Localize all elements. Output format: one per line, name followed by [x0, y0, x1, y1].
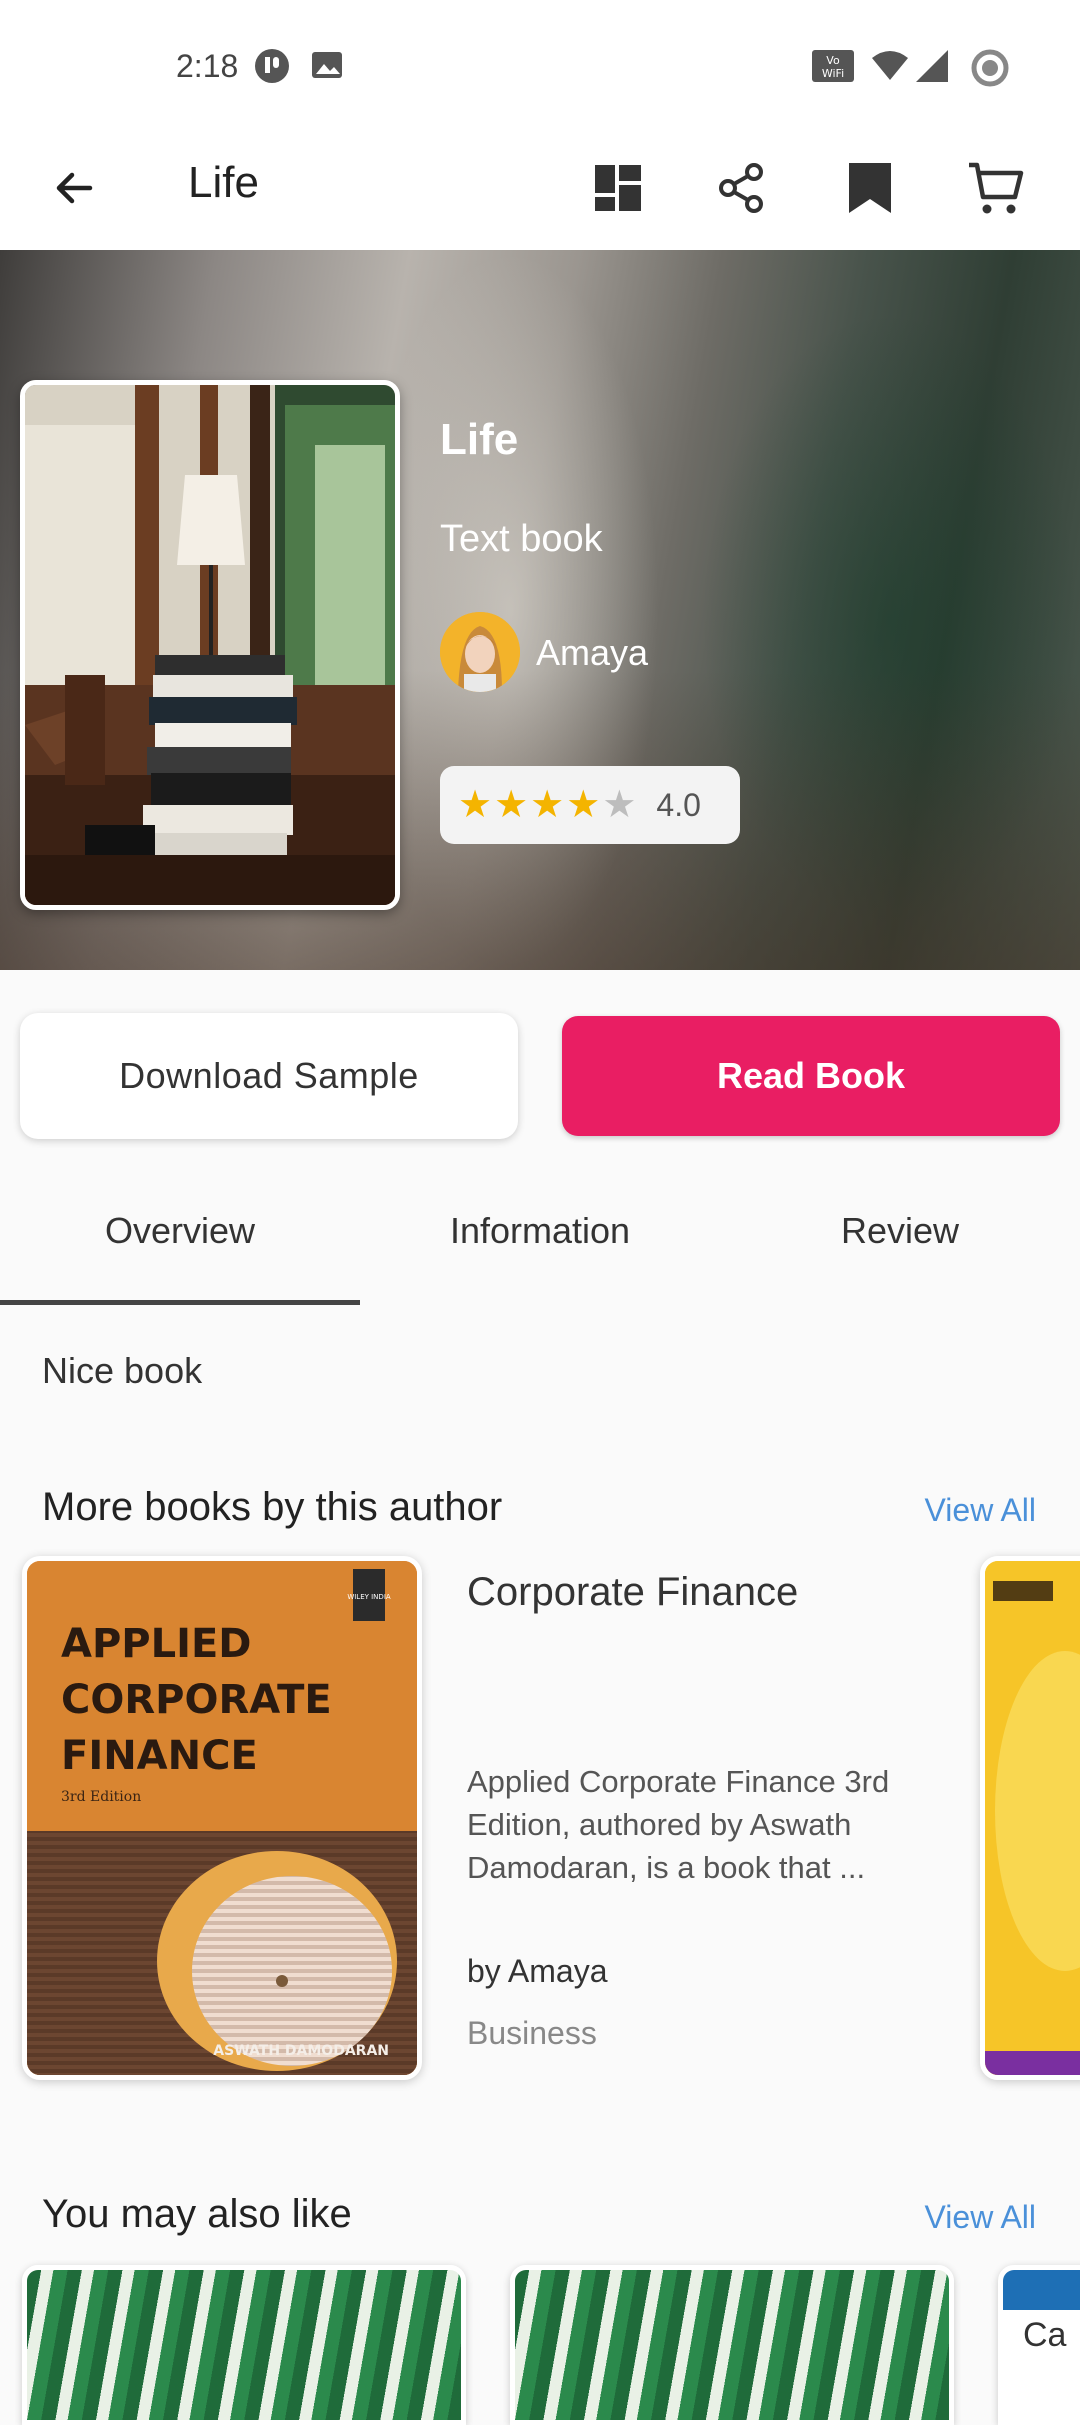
next-book-cover-partial[interactable] — [980, 1556, 1080, 2080]
cart-button[interactable] — [958, 152, 1034, 228]
cover-title-line: FINANCE — [61, 1733, 258, 1779]
svg-text:Vo: Vo — [826, 54, 840, 67]
section-title-more-books: More books by this author — [42, 1485, 503, 1529]
overview-text: Nice book — [42, 1350, 203, 1391]
arrow-back-icon — [50, 164, 98, 217]
vowifi-icon: Vo WiFi — [812, 48, 856, 84]
star-filled-icon: ★ — [566, 784, 601, 826]
book-title: Life — [440, 415, 519, 464]
tab-review[interactable]: Review — [720, 1210, 1080, 1252]
cover-title-line: CORPORATE — [61, 1677, 332, 1723]
recommended-book-cover[interactable]: Ca — [998, 2265, 1080, 2425]
share-button[interactable] — [704, 152, 780, 228]
book-cover-image[interactable] — [20, 380, 400, 910]
battery-saver-icon — [970, 48, 1009, 87]
book-card-description: Applied Corporate Finance 3rd Edition, a… — [467, 1764, 890, 1885]
star-empty-icon: ★ — [602, 784, 637, 826]
dashboard-icon — [593, 163, 643, 218]
book-type: Text book — [440, 518, 603, 560]
app-bar: Life — [0, 130, 1080, 250]
tab-active-indicator — [0, 1300, 360, 1305]
star-filled-icon: ★ — [530, 784, 565, 826]
rating-badge: ★ ★ ★ ★ ★ 4.0 — [440, 766, 740, 844]
star-filled-icon: ★ — [494, 784, 529, 826]
signal-icon — [914, 48, 950, 84]
bookmark-button[interactable] — [832, 152, 908, 228]
book-card-genre: Business — [467, 2015, 597, 2051]
wifi-icon — [870, 48, 910, 84]
page-title: Life — [188, 158, 259, 207]
status-time: 2:18 — [176, 48, 239, 84]
tab-information[interactable]: Information — [360, 1210, 720, 1252]
dashboard-button[interactable] — [580, 152, 656, 228]
download-sample-button[interactable]: Download Sample — [20, 1013, 518, 1139]
book-card-author: by Amaya — [467, 1953, 608, 1989]
back-button[interactable] — [36, 152, 112, 228]
status-bar: 2:18 Vo WiFi — [0, 0, 1080, 130]
author-avatar[interactable] — [440, 612, 520, 692]
image-notification-icon — [310, 48, 346, 84]
cart-icon — [967, 159, 1025, 222]
cover-publisher: WILEY INDIA — [347, 1593, 391, 1601]
book-card-title[interactable]: Corporate Finance — [467, 1570, 798, 1615]
star-filled-icon: ★ — [458, 784, 493, 826]
view-all-more-books-link[interactable]: View All — [925, 1492, 1036, 1529]
book-hero-banner: Life Text book Amaya ★ ★ ★ ★ ★ 4.0 — [0, 250, 1080, 970]
recommended-book-cover[interactable] — [510, 2265, 954, 2425]
cover-title-line: APPLIED — [61, 1621, 252, 1667]
svg-text:WiFi: WiFi — [822, 67, 844, 80]
cover-author: ASWATH DAMODARAN — [213, 2043, 389, 2059]
recommended-book-cover[interactable] — [22, 2265, 466, 2425]
tab-overview[interactable]: Overview — [0, 1210, 360, 1252]
app-notification-icon — [254, 48, 290, 84]
read-book-button[interactable]: Read Book — [562, 1016, 1060, 1136]
recommended-book-partial-title: Ca — [1023, 2316, 1067, 2354]
section-title-also-like: You may also like — [42, 2192, 352, 2236]
rating-value: 4.0 — [656, 786, 701, 823]
share-icon — [716, 162, 768, 219]
author-name[interactable]: Amaya — [536, 632, 648, 674]
cover-edition: 3rd Edition — [61, 1789, 141, 1805]
bookmark-icon — [847, 161, 893, 220]
corporate-finance-cover[interactable]: WILEY INDIA APPLIED CORPORATE FINANCE 3r… — [22, 1556, 422, 2080]
view-all-also-like-link[interactable]: View All — [925, 2199, 1036, 2236]
